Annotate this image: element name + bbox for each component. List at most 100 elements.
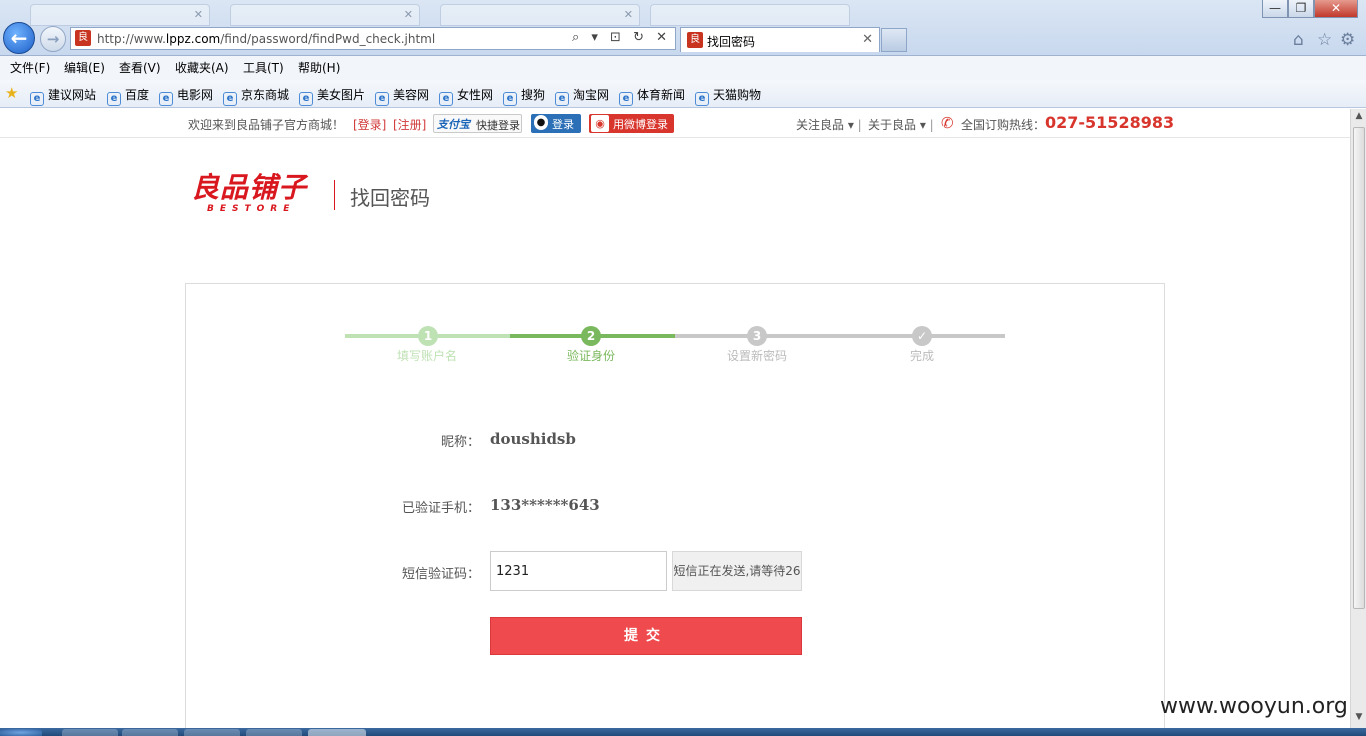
- step-4-label: 完成: [909, 349, 934, 363]
- background-tab[interactable]: ✕: [440, 4, 640, 26]
- follow-dropdown[interactable]: 关注良品 ▾ |: [796, 116, 862, 133]
- step-2-label: 验证身份: [566, 349, 615, 363]
- step-3-label: 设置新密码: [726, 349, 787, 363]
- favorite-link[interactable]: e 电影网: [159, 86, 213, 106]
- favorite-link[interactable]: e 美女图片: [299, 86, 365, 106]
- phone-label: 已验证手机：: [401, 501, 480, 516]
- close-window-button[interactable]: ✕: [1314, 0, 1358, 18]
- close-icon[interactable]: ✕: [624, 8, 633, 21]
- hotline-label: 全国订购热线：: [961, 118, 1046, 132]
- caret-down-icon: ▾: [916, 118, 926, 132]
- page-title: 找回密码: [350, 186, 430, 210]
- back-button[interactable]: ←: [3, 22, 35, 54]
- tab-title: 找回密码: [707, 35, 756, 49]
- settings-gear-icon[interactable]: ⚙: [1340, 30, 1355, 50]
- step-3-dot: 3: [747, 326, 767, 346]
- ie-page-icon: e: [30, 92, 44, 106]
- favorite-link[interactable]: e 搜狗: [503, 86, 545, 106]
- scroll-up-icon[interactable]: ▲: [1353, 111, 1365, 125]
- favorite-link[interactable]: e 天猫购物: [695, 86, 761, 106]
- menu-file[interactable]: 文件(F): [10, 59, 50, 76]
- step-1-dot: 1: [418, 326, 438, 346]
- send-sms-button[interactable]: 短信正在发送,请等待26: [672, 551, 802, 591]
- forward-button[interactable]: →: [40, 26, 66, 52]
- arrow-right-icon: →: [46, 30, 60, 48]
- check-icon: ✓: [912, 326, 932, 346]
- recovery-panel: [185, 283, 1165, 736]
- taskbar-item[interactable]: [122, 729, 178, 736]
- sms-code-label: 短信验证码：: [401, 567, 480, 582]
- ie-page-icon: e: [695, 92, 709, 106]
- weibo-login-button[interactable]: ◉ 用微博登录: [589, 114, 674, 133]
- menu-help[interactable]: 帮助(H): [298, 59, 340, 76]
- sms-code-input[interactable]: [490, 551, 667, 591]
- favorite-link[interactable]: e 淘宝网: [555, 86, 609, 106]
- favorite-link[interactable]: e 体育新闻: [619, 86, 685, 106]
- submit-button[interactable]: 提交: [490, 617, 802, 655]
- home-icon[interactable]: ⌂: [1293, 30, 1304, 50]
- nickname-value: doushidsb: [490, 430, 576, 448]
- page-scrollbar[interactable]: ▲ ▼: [1350, 109, 1366, 728]
- ie-page-icon: e: [223, 92, 237, 106]
- register-link[interactable]: [注册]: [393, 116, 426, 133]
- site-logo-subtitle: BESTORE: [207, 204, 296, 214]
- start-button[interactable]: [0, 729, 42, 736]
- header-divider: [334, 180, 335, 210]
- favorite-link[interactable]: e 建议网站: [30, 86, 96, 106]
- ie-page-icon: e: [299, 92, 313, 106]
- ie-page-icon: e: [503, 92, 517, 106]
- step-line-todo: [675, 334, 1005, 338]
- arrow-left-icon: ←: [10, 26, 28, 50]
- restore-button[interactable]: ❐: [1288, 0, 1314, 18]
- background-tab[interactable]: [650, 4, 850, 26]
- taskbar-item[interactable]: [246, 729, 302, 736]
- close-icon[interactable]: ✕: [194, 8, 203, 21]
- step-1-label: 填写账户名: [396, 349, 457, 363]
- qq-penguin-icon: ●: [534, 115, 548, 130]
- taskbar-item[interactable]: [62, 729, 118, 736]
- welcome-text: 欢迎来到良品铺子官方商城！: [188, 118, 345, 132]
- ie-page-icon: e: [555, 92, 569, 106]
- favorites-star-icon[interactable]: ★: [5, 84, 18, 102]
- favorite-link[interactable]: e 京东商城: [223, 86, 289, 106]
- step-2-dot: 2: [581, 326, 601, 346]
- address-bar[interactable]: 良 http://www.lppz.com/find/password/find…: [70, 27, 676, 50]
- ie-page-icon: e: [159, 92, 173, 106]
- close-icon[interactable]: ✕: [404, 8, 413, 21]
- close-tab-icon[interactable]: ✕: [862, 32, 873, 47]
- background-tab[interactable]: ✕: [230, 4, 420, 26]
- nickname-label: 昵称：: [440, 435, 480, 450]
- site-topbar: 欢迎来到良品铺子官方商城！ [登录] [注册] 支付宝 快捷登录 ● 登录 ◉ …: [0, 109, 1350, 138]
- site-favicon-icon: 良: [687, 32, 703, 48]
- site-favicon-icon: 良: [75, 30, 91, 46]
- qq-login-button[interactable]: ● 登录: [531, 114, 581, 133]
- ie-page-icon: e: [619, 92, 633, 106]
- weibo-icon: ◉: [591, 115, 609, 132]
- site-logo[interactable]: 良品铺子: [191, 166, 307, 206]
- favorites-bar: ★ e 建议网站 e 百度 e 电影网 e 京东商城 e 美女图片 e 美容网 e 女性网 e…: [0, 80, 1366, 108]
- alipay-login-button[interactable]: 支付宝 快捷登录: [433, 114, 522, 133]
- minimize-button[interactable]: —: [1262, 0, 1288, 18]
- favorite-link[interactable]: e 美容网: [375, 86, 429, 106]
- menu-favorites[interactable]: 收藏夹(A): [175, 59, 229, 76]
- favorite-link[interactable]: e 女性网: [439, 86, 493, 106]
- favorite-link[interactable]: e 百度: [107, 86, 149, 106]
- menu-tools[interactable]: 工具(T): [243, 59, 284, 76]
- hotline-number: 027-51528983: [1045, 113, 1175, 132]
- taskbar-item-active[interactable]: [308, 729, 366, 736]
- menu-edit[interactable]: 编辑(E): [64, 59, 105, 76]
- address-tools[interactable]: ⌕ ▾ ⊡ ↻ ✕: [572, 30, 671, 45]
- about-dropdown[interactable]: 关于良品 ▾ |: [868, 116, 934, 133]
- ie-page-icon: e: [439, 92, 453, 106]
- url-text[interactable]: http://www.lppz.com/find/password/findPw…: [97, 32, 435, 46]
- menu-view[interactable]: 查看(V): [119, 59, 161, 76]
- phone-icon: ✆: [941, 114, 954, 132]
- tab-active[interactable]: 良 找回密码 ✕: [680, 27, 880, 52]
- scroll-down-icon[interactable]: ▼: [1353, 712, 1365, 726]
- login-link[interactable]: [登录]: [353, 116, 386, 133]
- background-tab[interactable]: ✕: [30, 4, 210, 26]
- favorites-star-icon[interactable]: ☆: [1317, 30, 1332, 50]
- scrollbar-thumb[interactable]: [1353, 127, 1365, 609]
- taskbar-item[interactable]: [184, 729, 240, 736]
- new-tab-button[interactable]: [881, 28, 907, 52]
